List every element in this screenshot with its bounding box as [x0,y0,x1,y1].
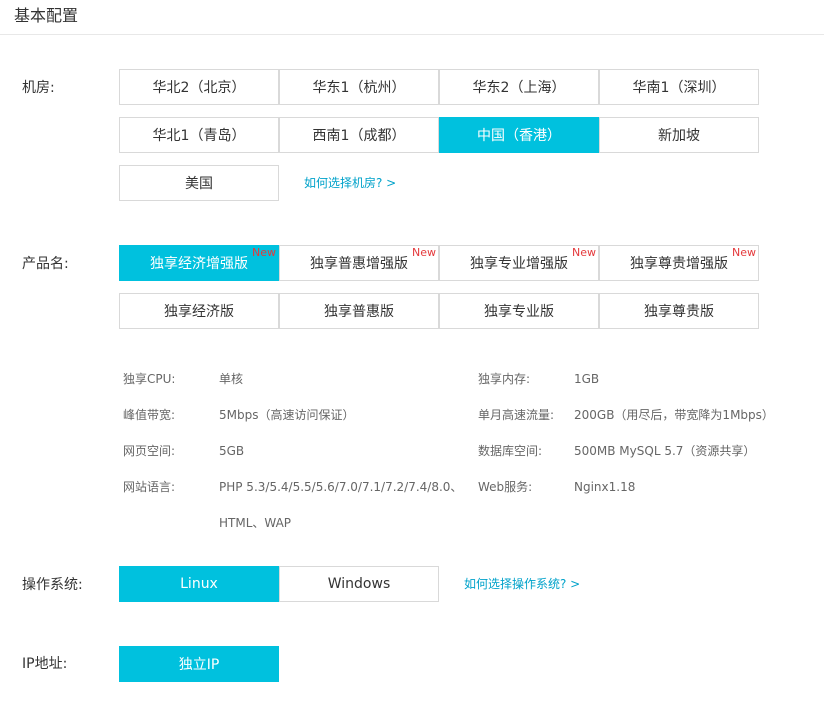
product-label: 产品名: [22,256,69,272]
product-option-premium-plus[interactable]: 独享尊贵增强版 New [599,245,759,281]
spec-dbspace-label: 数据库空间: [478,444,543,458]
spec-bandwidth-value: 5Mbps（高速访问保证） [219,408,355,422]
spec-cpu-value: 单核 [219,372,244,386]
spec-traffic-label: 单月高速流量: [478,408,555,422]
section-header: 基本配置 [0,0,824,35]
os-label: 操作系统: [22,577,83,593]
ip-label: IP地址: [22,656,68,672]
spec-webservice-label: Web服务: [478,480,533,494]
option-label: 独享普惠增强版 [310,256,408,272]
spec-language-label: 网站语言: [123,480,176,494]
option-label: 华东2（上海） [472,80,566,96]
option-label: 美国 [185,176,213,192]
option-label: 独立IP [178,657,220,673]
datacenter-option-shenzhen[interactable]: 华南1（深圳） [599,69,759,105]
datacenter-option-hangzhou[interactable]: 华东1（杭州） [279,69,439,105]
datacenter-help-link[interactable]: 如何选择机房? > [304,175,396,191]
new-badge: New [252,246,276,259]
spec-webservice-value: Nginx1.18 [574,480,636,494]
os-help-link[interactable]: 如何选择操作系统? > [464,576,580,592]
ip-option-dedicated[interactable]: 独立IP [119,646,279,682]
datacenter-option-beijing[interactable]: 华北2（北京） [119,69,279,105]
new-badge: New [412,246,436,259]
spec-memory-value: 1GB [574,372,600,386]
new-badge: New [732,246,756,259]
option-label: 华南1（深圳） [632,80,726,96]
product-option-premium[interactable]: 独享尊贵版 [599,293,759,329]
option-label: 独享普惠版 [324,304,394,320]
option-label: Linux [180,576,218,592]
option-label: 独享经济版 [164,304,234,320]
option-label: 独享专业增强版 [470,256,568,272]
new-badge: New [572,246,596,259]
datacenter-option-qingdao[interactable]: 华北1（青岛） [119,117,279,153]
spec-cpu-label: 独享CPU: [123,372,176,386]
spec-bandwidth-label: 峰值带宽: [123,408,176,422]
spec-traffic-value: 200GB（用尽后，带宽降为1Mbps） [574,408,774,422]
option-label: 西南1（成都） [312,128,406,144]
option-label: 独享尊贵版 [644,304,714,320]
product-option-economy-plus[interactable]: 独享经济增强版 New [119,245,279,281]
datacenter-option-singapore[interactable]: 新加坡 [599,117,759,153]
option-label: 华北1（青岛） [152,128,246,144]
spec-webspace-label: 网页空间: [123,444,176,458]
option-label: 新加坡 [658,128,700,144]
product-option-professional-plus[interactable]: 独享专业增强版 New [439,245,599,281]
spec-memory-label: 独享内存: [478,372,531,386]
datacenter-label: 机房: [22,80,55,96]
spec-language-value-line2: HTML、WAP [219,516,292,530]
option-label: 中国（香港） [477,128,561,144]
option-label: 独享经济增强版 [150,256,248,272]
spec-language-value-line1: PHP 5.3/5.4/5.5/5.6/7.0/7.1/7.2/7.4/8.0、 [219,480,463,494]
spec-webspace-value: 5GB [219,444,245,458]
datacenter-option-chengdu[interactable]: 西南1（成都） [279,117,439,153]
option-label: 华北2（北京） [152,80,246,96]
datacenter-option-usa[interactable]: 美国 [119,165,279,201]
datacenter-option-hongkong[interactable]: 中国（香港） [439,117,599,153]
option-label: Windows [327,576,391,592]
product-option-professional[interactable]: 独享专业版 [439,293,599,329]
os-option-linux[interactable]: Linux [119,566,279,602]
option-label: 华东1（杭州） [312,80,406,96]
os-option-windows[interactable]: Windows [279,566,439,602]
product-option-economy[interactable]: 独享经济版 [119,293,279,329]
section-title: 基本配置 [14,6,79,25]
option-label: 独享尊贵增强版 [630,256,728,272]
product-option-standard-plus[interactable]: 独享普惠增强版 New [279,245,439,281]
option-label: 独享专业版 [484,304,554,320]
product-option-standard[interactable]: 独享普惠版 [279,293,439,329]
datacenter-option-shanghai[interactable]: 华东2（上海） [439,69,599,105]
spec-dbspace-value: 500MB MySQL 5.7（资源共享） [574,444,756,458]
